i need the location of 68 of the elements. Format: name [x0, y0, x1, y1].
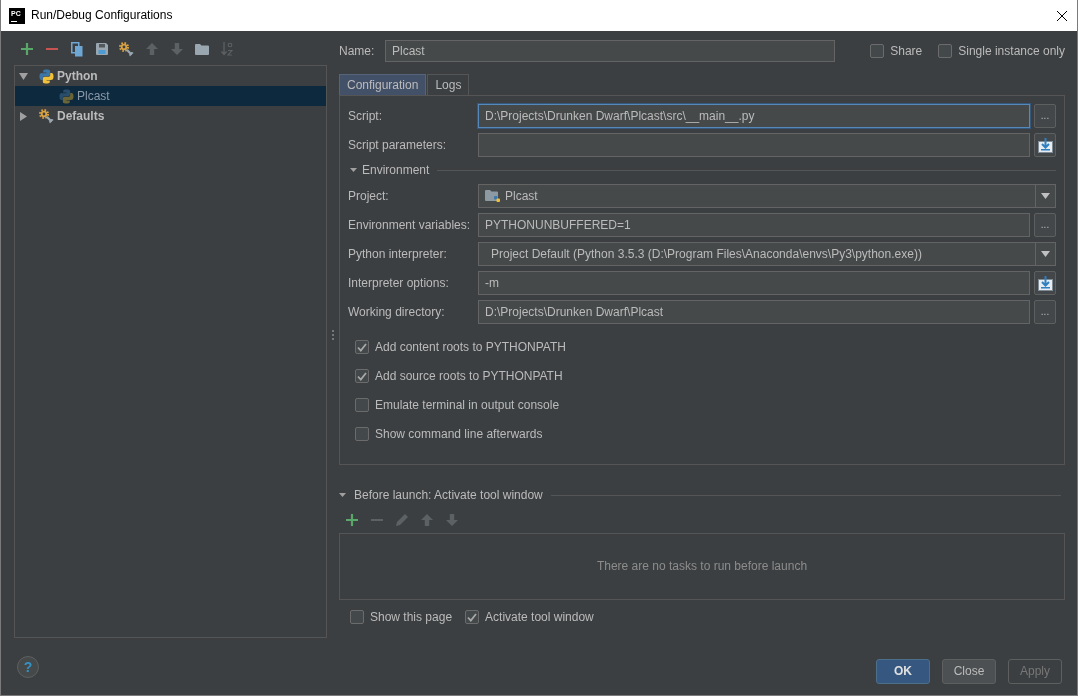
tab[interactable]: Logs — [427, 74, 470, 95]
checkbox[interactable] — [465, 610, 480, 624]
checkbox-label: Share — [890, 43, 923, 59]
checkbox-label: Show command line afterwards — [375, 426, 543, 442]
checkbox-label: Show this page — [370, 609, 453, 625]
browse-button[interactable]: ... — [1034, 213, 1056, 237]
checkbox-label: Single instance only — [958, 43, 1065, 59]
field-label: Name: — [339, 43, 376, 60]
tree-item[interactable]: Defaults — [15, 106, 326, 126]
tree-item[interactable]: Plcast — [15, 86, 326, 106]
arrow-into-tray-icon — [1037, 137, 1053, 153]
text-field[interactable]: -m — [478, 271, 1030, 295]
text-field[interactable]: PYTHONUNBUFFERED=1 — [478, 213, 1030, 237]
checkbox-label: Add source roots to PYTHONPATH — [375, 368, 563, 384]
plus-icon[interactable] — [345, 514, 358, 526]
text-field[interactable]: D:\Projects\Drunken Dwarf\Plcast\src\__main__.py — [478, 104, 1030, 128]
caret-down-icon[interactable] — [339, 493, 346, 497]
browse-button[interactable]: ... — [1034, 300, 1056, 324]
field-label: Python interpreter: — [348, 246, 448, 262]
browse-button[interactable]: ... — [1034, 104, 1056, 128]
text-field[interactable] — [478, 133, 1030, 157]
gear-wrench-icon[interactable] — [119, 41, 134, 57]
python-logo-icon — [39, 68, 54, 84]
checkbox[interactable] — [355, 427, 369, 441]
checkbox[interactable] — [355, 369, 369, 383]
empty-list-message: There are no tasks to run before launch — [596, 559, 808, 574]
checkbox[interactable] — [938, 44, 953, 58]
field-label: Script: — [348, 108, 383, 124]
caret-right-icon[interactable] — [20, 111, 27, 121]
copy-icon[interactable] — [70, 41, 83, 57]
tab[interactable]: Configuration — [339, 74, 427, 95]
tree-item[interactable]: Python — [15, 66, 326, 86]
checkbox-label: Activate tool window — [485, 609, 594, 625]
caret-down-icon[interactable] — [350, 168, 357, 172]
window-title: Run/Debug Configurations — [31, 8, 173, 23]
field-label: Script parameters: — [348, 137, 448, 153]
dialog-button[interactable]: Close — [942, 659, 996, 684]
section-title: Environment — [362, 162, 430, 178]
dropdown[interactable]: Plcast — [478, 184, 1056, 208]
dialog-button[interactable]: OK — [876, 659, 930, 684]
expand-button[interactable] — [1034, 133, 1056, 157]
section-title: Before launch: Activate tool window — [354, 487, 543, 503]
checkbox[interactable] — [350, 610, 364, 624]
arrow-into-tray-icon — [1037, 275, 1053, 291]
plus-icon[interactable] — [20, 43, 33, 55]
field-label: Project: — [348, 188, 390, 204]
dropdown-arrow-icon — [1041, 193, 1050, 199]
dropdown[interactable]: Project Default (Python 3.5.3 (D:\Program Files\Anaconda\envs\Py3\python.exe)) — [478, 242, 1056, 266]
caret-down-icon[interactable] — [19, 72, 28, 80]
checkbox-label: Add content roots to PYTHONPATH — [375, 339, 566, 355]
text-field[interactable]: D:\Projects\Drunken Dwarf\Plcast — [478, 300, 1030, 324]
checkbox[interactable] — [870, 44, 885, 58]
minus-icon[interactable] — [45, 48, 58, 50]
expand-button[interactable] — [1034, 271, 1056, 295]
text-field[interactable]: Plcast — [385, 40, 835, 62]
gear-wrench-icon — [39, 108, 54, 124]
dropdown-arrow-icon — [1041, 251, 1050, 257]
close-icon[interactable] — [1057, 10, 1067, 21]
help-button[interactable]: ? — [17, 656, 39, 678]
checkbox[interactable] — [355, 398, 369, 412]
checkbox-label: Emulate terminal in output console — [375, 397, 560, 413]
field-label: Working directory: — [348, 304, 446, 320]
field-label: Interpreter options: — [348, 275, 450, 291]
folder-icon[interactable] — [194, 43, 209, 55]
field-label: Environment variables: — [348, 217, 472, 233]
checkbox[interactable] — [355, 340, 369, 354]
folder-python-icon — [485, 189, 501, 203]
python-logo-icon — [59, 88, 74, 104]
